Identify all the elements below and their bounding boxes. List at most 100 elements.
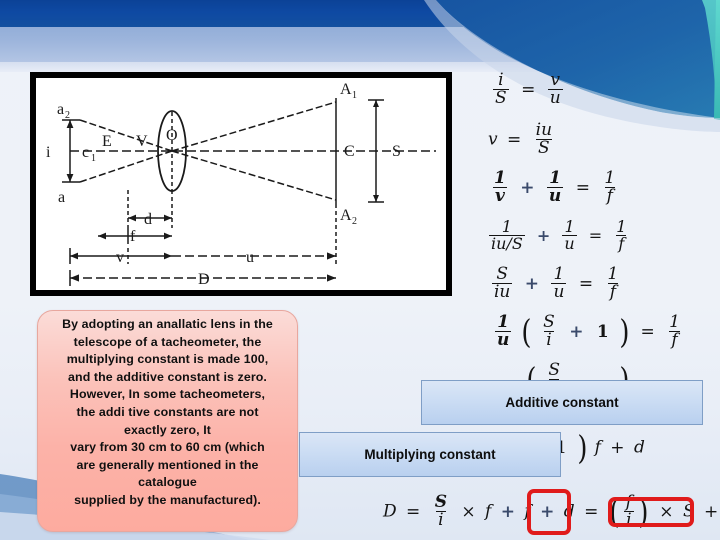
figure-label-A1: A [340,81,352,98]
eq4-t2-den: u [562,234,577,254]
eq4-t3-den: f [616,234,627,254]
eq9-times2: × [659,501,674,522]
eq9-S: S [682,501,695,522]
eq8-d: d [633,437,645,458]
header-band-dark [0,0,720,27]
eq9-f1: f [485,501,492,522]
eq1-lhs-num: i [498,70,504,90]
figure-label-c1: c [82,144,89,161]
slide-canvas: a 2 a i c 1 E V O C S A 1 A 2 d f v u D [0,0,720,540]
figure-label-u: u [246,249,254,266]
callout-line: vary from 30 cm to 60 cm (which [70,440,265,455]
eq6-plus: + [569,321,584,342]
eq9-rel1: = [406,501,421,522]
eq5-t2-den: u [551,282,567,303]
eq3-t1-den: v [492,186,507,207]
optics-diagram-figure: a 2 a i c 1 E V O C S A 1 A 2 d f v u D [30,72,452,296]
figure-label-V: V [136,133,148,150]
eq4-t1-den: iu/S [489,234,525,254]
callout-line: catalogue [138,475,197,490]
eq9-lhs: D [383,501,397,522]
callout-line: telescope of a tacheometer, the [73,334,262,349]
eq9-plus2: + [540,501,555,522]
figure-label-E: E [102,133,112,150]
anallactic-lens-note-callout[interactable]: By adopting an anallatic lens in the tel… [37,310,298,532]
eq9-grouped-fraction: ( fi ) [609,491,649,531]
eq9-d1: d [563,501,575,522]
svg-text:2: 2 [352,216,357,227]
eq6-t1-den: u [495,330,512,351]
equation-2: v = iu S [488,120,557,158]
figure-label-S: S [392,143,401,160]
callout-line: However, In some tacheometers, [69,387,266,402]
figure-label-a2: a [57,101,64,118]
eq5-t3-den: f [607,282,619,303]
callout-line: By adopting an anallatic lens in the [62,317,273,331]
eq4-t2-num: 1 [564,217,575,236]
eq5-t3-num: 1 [607,264,619,284]
svg-text:2: 2 [65,110,70,121]
figure-label-O: O [166,127,178,144]
figure-label-C: C [344,143,355,160]
eq7-t1-num: S [548,360,560,380]
eq4-rel: = [588,226,603,246]
figure-label-A2: A [340,207,352,224]
eq1-rhs-den: u [547,88,563,109]
eq9-plus3: + [704,501,719,522]
eq9-times1: × [461,501,476,522]
figure-label-f: f [130,228,136,245]
eq9-group-den: i [624,510,634,531]
eq9-t1-num: S [434,492,447,512]
eq5-t1-den: iu [492,282,513,303]
eq3-plus: + [520,177,535,198]
equation-3: 1v + 1u = 1f [489,168,620,207]
figure-label-v: v [116,249,124,266]
equation-8: 1 ) f + d [552,428,645,467]
eq9-f2: f [524,501,531,522]
eq2-lhs: v [488,129,498,150]
eq8-f: f [594,437,601,458]
eq5-rel: = [578,273,594,294]
eq3-t3-num: 1 [604,168,616,188]
eq2-rhs-num: iu [535,120,553,140]
eq6-rel: = [640,321,655,342]
eq6-t1-num: 1 [497,312,510,332]
eq9-rel2: = [584,501,599,522]
eq6-t2-num: S [543,312,555,332]
eq4-plus: + [536,226,551,246]
eq9-group-num: f [625,492,632,512]
figure-label-a: a [58,189,65,206]
eq3-t2-num: 1 [549,168,562,188]
eq5-t1-num: S [496,264,509,284]
callout-line: and the additive constant is zero. [68,369,267,384]
eq8-close-paren: ) [577,428,588,467]
eq1-rhs-num: v [550,70,560,90]
eq6-close-paren: ) [619,311,630,351]
eq3-rel: = [575,177,590,198]
equation-9-final: D = Si × f + f + d = ( fi ) × S + (f + d… [383,491,720,531]
additive-constant-label[interactable]: Additive constant [421,380,703,425]
figure-label-D: D [198,271,210,288]
equation-1: iS = vu [490,70,566,109]
equation-5: Siu + 1u = 1f [489,264,623,303]
callout-line: the addi tive constants are not [76,404,259,419]
eq5-plus: + [524,273,540,294]
multiplying-constant-label[interactable]: Multiplying constant [299,432,561,477]
equation-6: 1u ( Si + 1 ) = 1f [492,311,685,351]
eq5-t2-num: 1 [553,264,565,284]
eq9-plus1: + [500,501,515,522]
callout-line: exactly zero, It [124,422,211,437]
eq9-t1-den: i [436,510,446,531]
eq6-t3-num: 1 [669,312,680,332]
header-band-pale [0,62,720,72]
eq6-t3-den: f [669,330,680,351]
eq1-lhs-den: S [493,88,509,109]
svg-text:1: 1 [91,153,96,164]
svg-text:1: 1 [352,90,357,101]
eq1-rel: = [521,79,536,100]
callout-line: are generally mentioned in the [76,457,259,472]
eq3-t1-num: 1 [494,168,506,188]
eq8-plus: + [610,437,625,458]
eq4-t1-num: 1 [501,217,512,236]
eq3-t2-den: u [546,186,564,207]
